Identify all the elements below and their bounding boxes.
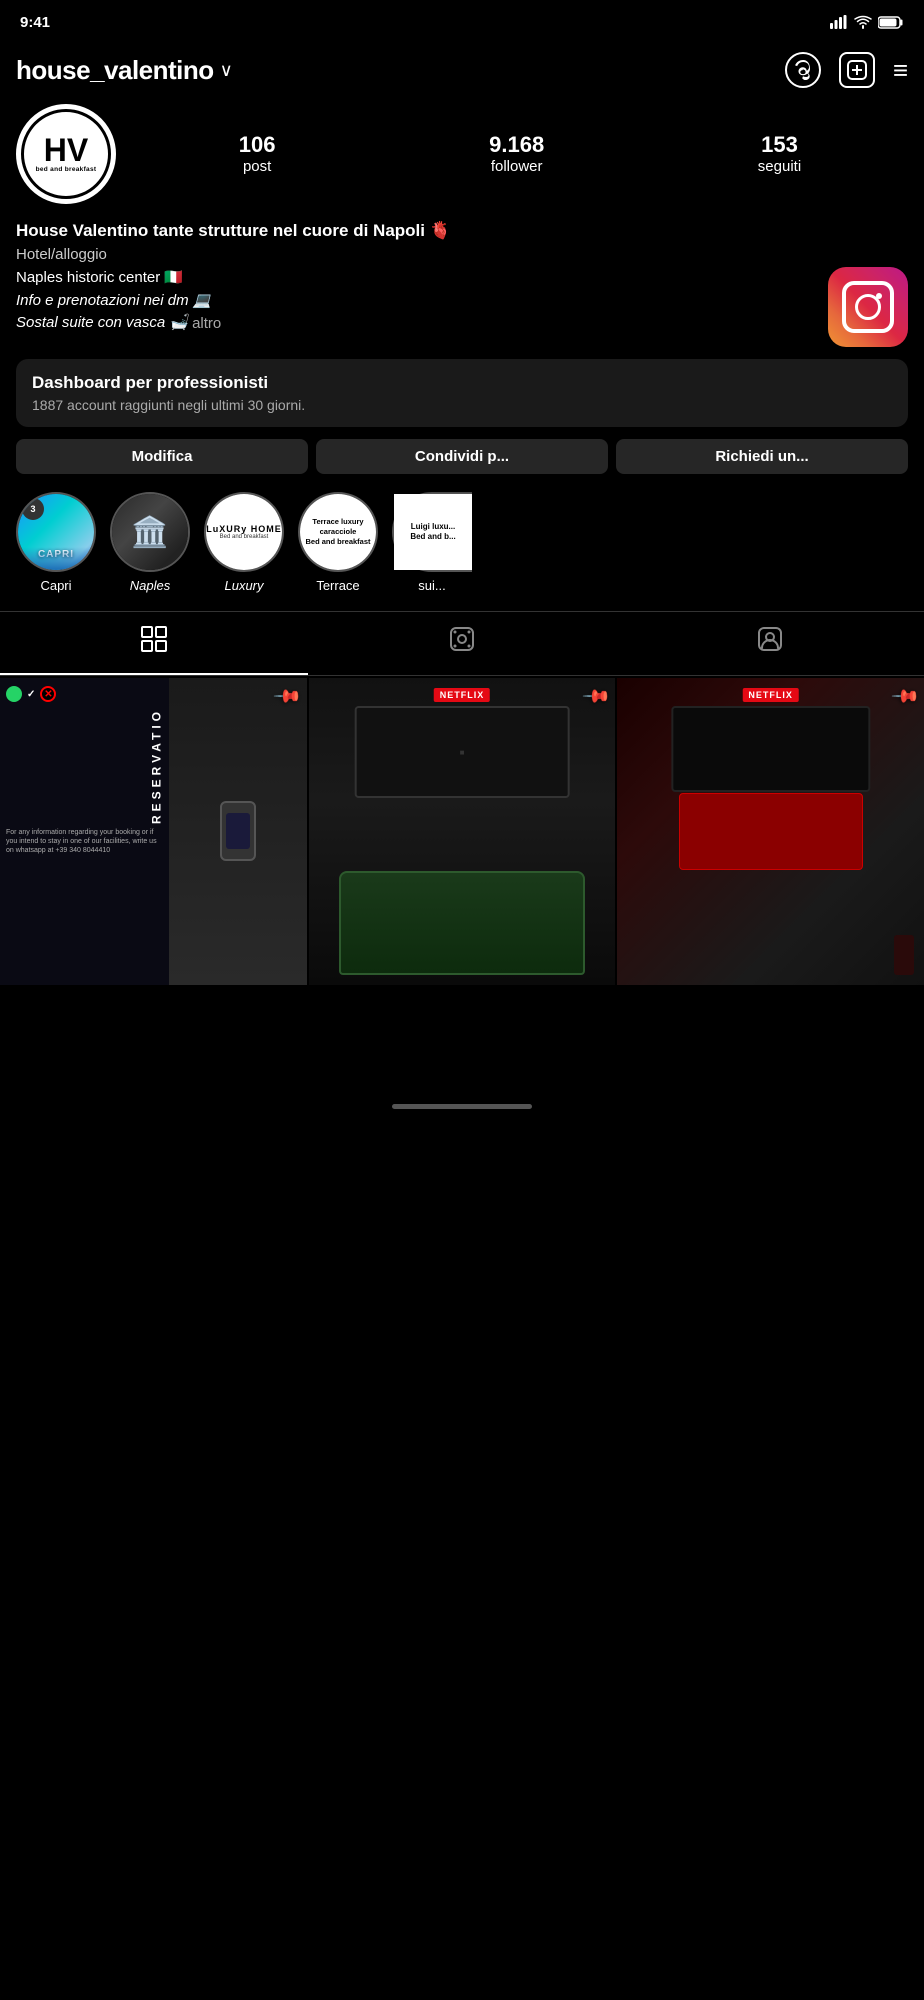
home-bar xyxy=(392,1104,532,1109)
tab-tagged[interactable] xyxy=(616,612,924,675)
dashboard-subtitle: 1887 account raggiunti negli ultimi 30 g… xyxy=(32,397,892,413)
status-icons xyxy=(830,15,904,29)
username-left: house_valentino ∨ xyxy=(16,55,233,86)
profile-stats-row: HV bed and breakfast 106 post 9.168 foll… xyxy=(16,104,908,204)
wifi-icon xyxy=(854,15,872,29)
threads-icon[interactable] xyxy=(785,52,821,88)
netflix-badge-1: NETFLIX xyxy=(434,688,491,702)
highlight-circle-luigi: Luigi luxu...Bed and b... xyxy=(392,492,472,572)
grid-post-2[interactable]: NETFLIX ■ 📌 xyxy=(309,678,616,985)
avatar[interactable]: HV bed and breakfast xyxy=(16,104,116,204)
netflix-badge-2: NETFLIX xyxy=(742,688,799,702)
home-indicator xyxy=(0,1085,924,1129)
highlight-img-terrace: Terrace luxury caraccioleBed and breakfa… xyxy=(300,494,376,570)
stats-container: 106 post 9.168 follower 153 seguiti xyxy=(132,133,908,174)
bio-more-row: Naples historic center 🇮🇹 Info e prenota… xyxy=(16,267,908,347)
grid-icon xyxy=(141,626,167,659)
bio-line-1: Naples historic center 🇮🇹 xyxy=(16,267,818,290)
username-text[interactable]: house_valentino xyxy=(16,55,214,86)
request-button[interactable]: Richiedi un... xyxy=(616,439,908,474)
posts-label: post xyxy=(243,158,271,175)
tab-reels[interactable] xyxy=(308,612,616,675)
grid-post-1[interactable]: ✓ ✕ RESERVATIO For any information regar… xyxy=(0,678,307,985)
tagged-icon xyxy=(757,626,783,659)
bath-tub-area: NETFLIX ■ xyxy=(309,678,616,985)
following-stat[interactable]: 153 seguiti xyxy=(758,133,801,174)
highlight-label-capri: Capri xyxy=(40,578,71,593)
highlight-luigi[interactable]: Luigi luxu...Bed and b... sui... xyxy=(392,492,472,593)
room-dark-area: NETFLIX xyxy=(617,678,924,985)
highlight-terrace[interactable]: Terrace luxury caraccioleBed and breakfa… xyxy=(298,492,378,593)
username-row: house_valentino ∨ ≡ xyxy=(16,52,908,88)
hamburger-menu-icon[interactable]: ≡ xyxy=(893,55,908,86)
highlight-label-terrace: Terrace xyxy=(316,578,359,593)
add-post-icon[interactable] xyxy=(839,52,875,88)
highlight-badge-capri: 3 xyxy=(22,498,44,520)
reels-icon xyxy=(449,626,475,659)
highlight-luxury[interactable]: LuXURy HOME Bed and breakfast Luxury xyxy=(204,492,284,593)
highlight-naples[interactable]: 🏛️ Naples xyxy=(110,492,190,593)
followers-stat[interactable]: 9.168 follower xyxy=(489,133,544,174)
action-buttons: Modifica Condividi p... Richiedi un... xyxy=(0,439,924,474)
photo-grid: ✓ ✕ RESERVATIO For any information regar… xyxy=(0,678,924,985)
highlight-circle-naples: 🏛️ xyxy=(110,492,190,572)
chevron-down-icon[interactable]: ∨ xyxy=(220,60,233,81)
avatar-logo: HV bed and breakfast xyxy=(19,107,113,201)
battery-icon xyxy=(878,16,904,29)
highlight-circle-terrace: Terrace luxury caraccioleBed and breakfa… xyxy=(298,492,378,572)
followers-count: 9.168 xyxy=(489,133,544,157)
tab-bar xyxy=(0,611,924,676)
following-count: 153 xyxy=(761,133,798,157)
highlight-img-luxury: LuXURy HOME Bed and breakfast xyxy=(206,494,282,570)
status-bar: 9:41 xyxy=(0,0,924,44)
edit-button[interactable]: Modifica xyxy=(16,439,308,474)
dashboard-title: Dashboard per professionisti xyxy=(32,373,892,393)
dashboard-card[interactable]: Dashboard per professionisti 1887 accoun… xyxy=(16,359,908,427)
grid-post-3[interactable]: NETFLIX 📌 xyxy=(617,678,924,985)
highlight-circle-luxury: LuXURy HOME Bed and breakfast xyxy=(204,492,284,572)
bio-text-block: Naples historic center 🇮🇹 Info e prenota… xyxy=(16,267,818,335)
highlight-capri[interactable]: 3 CAPRI Capri xyxy=(16,492,96,593)
bath-tub-shape xyxy=(339,871,584,975)
following-label: seguiti xyxy=(758,158,801,175)
bio-category: Hotel/alloggio xyxy=(16,246,908,263)
highlights-row: 3 CAPRI Capri 🏛️ Naples LuXURy HOME Bed … xyxy=(0,492,924,593)
status-time: 9:41 xyxy=(20,14,50,31)
followers-label: follower xyxy=(491,158,543,175)
header-icons: ≡ xyxy=(785,52,908,88)
highlight-label-luxury: Luxury xyxy=(224,578,263,593)
highlight-circle-capri: 3 CAPRI xyxy=(16,492,96,572)
bed-shape xyxy=(679,793,863,870)
profile-header: house_valentino ∨ ≡ xyxy=(0,44,924,204)
bio-line-2: Info e prenotazioni nei dm 💻 xyxy=(16,290,818,313)
instagram-logo[interactable] xyxy=(828,267,908,347)
highlight-img-luigi: Luigi luxu...Bed and b... xyxy=(394,494,472,570)
share-button[interactable]: Condividi p... xyxy=(316,439,608,474)
scroll-spacer xyxy=(0,985,924,1085)
highlight-img-naples: 🏛️ xyxy=(112,494,188,570)
posts-stat[interactable]: 106 post xyxy=(239,133,276,174)
bio-section: House Valentino tante strutture nel cuor… xyxy=(0,220,924,347)
highlight-label-luigi: sui... xyxy=(418,578,445,593)
tab-posts[interactable] xyxy=(0,612,308,675)
instagram-camera-icon xyxy=(842,281,894,333)
bio-name: House Valentino tante strutture nel cuor… xyxy=(16,220,908,242)
posts-count: 106 xyxy=(239,133,276,157)
bio-line-3: Sostal suite con vasca 🛁 xyxy=(16,312,188,335)
bio-altro[interactable]: altro xyxy=(192,315,221,332)
signal-icon xyxy=(830,15,848,29)
highlight-label-naples: Naples xyxy=(130,578,170,593)
